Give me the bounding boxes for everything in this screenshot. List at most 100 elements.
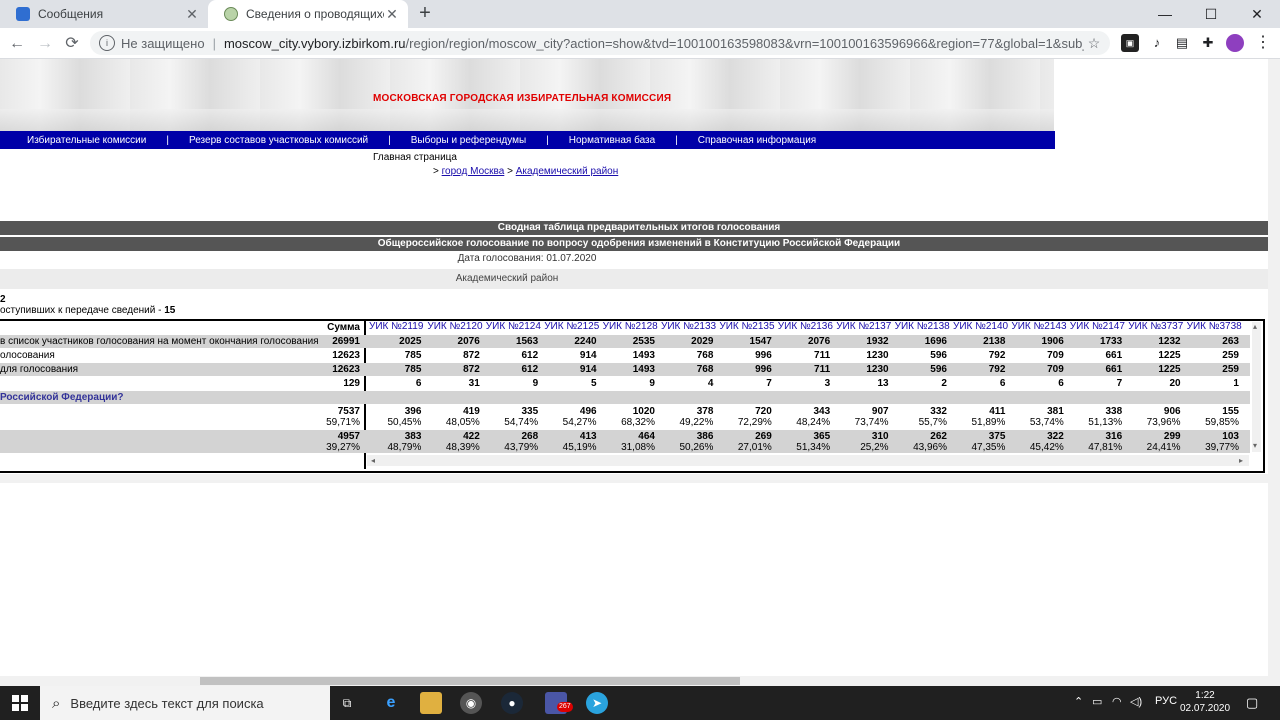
tab-elections-info[interactable]: Сведения о проводящихся выб ✕ [208, 0, 408, 28]
answer-cell: 269 [755, 431, 772, 442]
reload-button[interactable]: ⟳ [61, 33, 83, 55]
close-tab-icon[interactable]: ✕ [384, 6, 400, 23]
close-tab-icon[interactable]: ✕ [184, 6, 200, 23]
question-text: Российской Федерации? [0, 392, 124, 403]
language-indicator[interactable]: РУС [1155, 695, 1177, 707]
tab-messages[interactable]: Сообщения ✕ [0, 0, 208, 28]
wifi-icon[interactable]: ◠ [1112, 695, 1122, 708]
file-explorer-icon[interactable] [420, 692, 442, 714]
uik-header[interactable]: УИК №2133 [661, 321, 716, 332]
steam-icon[interactable]: ● [501, 692, 523, 714]
table-cell: 1932 [866, 336, 889, 347]
table-horizontal-scrollbar[interactable] [367, 455, 1249, 466]
answer-cell: 316 [1105, 431, 1123, 442]
minimize-button[interactable]: — [1142, 0, 1188, 28]
table-cell: 709 [1047, 350, 1064, 361]
windows-start-icon[interactable] [12, 695, 28, 711]
notifications-icon[interactable]: ▢ [1246, 695, 1258, 711]
answer-cell: 73,96% [1146, 417, 1181, 428]
frame-horizontal-scrollbar[interactable] [0, 474, 1268, 483]
table-cell: 792 [988, 364, 1006, 375]
uik-header[interactable]: УИК №2124 [486, 321, 541, 332]
table-cell: 6 [415, 378, 422, 389]
telegram-icon[interactable]: ➤ [586, 692, 608, 714]
table-vertical-scrollbar[interactable] [1252, 322, 1261, 452]
uik-header[interactable]: УИК №2143 [1011, 321, 1066, 332]
breadcrumb-district[interactable]: Академический район [516, 166, 619, 177]
answer-cell: 48,24% [796, 417, 831, 428]
table-cell: 914 [579, 364, 597, 375]
answer-cell: 59,85% [1205, 417, 1239, 428]
page-vertical-scrollbar[interactable] [1268, 59, 1280, 686]
info-icon[interactable]: i [99, 35, 115, 51]
extension-icon[interactable]: ▣ [1121, 34, 1139, 52]
answer-cell: 50,26% [679, 442, 714, 453]
scroll-down-arrow[interactable]: ▾ [1253, 441, 1257, 450]
bookmark-star-icon[interactable]: ☆ [1084, 35, 1104, 52]
nav-normative[interactable]: Нормативная база [569, 135, 655, 146]
breadcrumb-city[interactable]: город Москва [442, 166, 505, 177]
uik-header[interactable]: УИК №2147 [1070, 321, 1125, 332]
table-cell: 596 [930, 350, 947, 361]
answer-cell: 343 [813, 406, 831, 417]
clock[interactable]: 1:22 02.07.2020 [1180, 689, 1230, 715]
answer-cell: 53,74% [1029, 417, 1064, 428]
table-cell: 2535 [632, 336, 655, 347]
browser-toolbar: ← → ⟳ i Не защищено | moscow_city.vybory… [0, 28, 1280, 59]
page-horizontal-scroll-thumb[interactable] [200, 677, 740, 685]
nav-commissions[interactable]: Избирательные комиссии [27, 135, 146, 146]
answer-cell: 496 [579, 406, 597, 417]
battery-icon[interactable]: ▭ [1092, 695, 1102, 708]
forward-button[interactable]: → [34, 33, 56, 55]
taskbar-search[interactable]: ⌕ Введите здесь текст для поиска [40, 686, 330, 720]
reader-mode-icon[interactable]: ▤ [1173, 34, 1191, 52]
back-button[interactable]: ← [6, 33, 28, 55]
app-icon[interactable]: 267 [545, 692, 573, 714]
menu-kebab-icon[interactable]: ⋮ [1254, 34, 1272, 52]
answer-cell: 396 [404, 406, 422, 417]
answer-cell: 419 [463, 406, 480, 417]
table-cell: 709 [1047, 364, 1064, 375]
windows-taskbar: ⌕ Введите здесь текст для поиска ⧉ e ◉ ●… [0, 686, 1280, 720]
table-cell: 914 [579, 350, 597, 361]
answer-cell: 310 [871, 431, 889, 442]
scroll-right-arrow[interactable]: ▸ [1239, 456, 1243, 465]
mic-icon[interactable]: ♪ [1148, 34, 1166, 52]
maximize-button[interactable]: ☐ [1188, 0, 1234, 28]
nav-elections[interactable]: Выборы и референдумы [411, 135, 526, 146]
url-text[interactable]: moscow_city.vybory.izbirkom.ru/region/re… [224, 36, 1084, 51]
answer-cell: 47,81% [1088, 442, 1123, 453]
answer-cell: 386 [696, 431, 714, 442]
table-cell: 1493 [632, 350, 655, 361]
uik-header[interactable]: УИК №2135 [719, 321, 774, 332]
address-bar[interactable]: i Не защищено | moscow_city.vybory.izbir… [90, 31, 1110, 55]
volume-icon[interactable]: ◁) [1130, 695, 1142, 708]
row-sum: 12623 [332, 364, 360, 375]
task-view-icon[interactable]: ⧉ [336, 692, 358, 714]
nav-reference[interactable]: Справочная информация [698, 135, 816, 146]
chrome-icon[interactable]: ◉ [460, 692, 482, 714]
uik-header[interactable]: УИК №3738 [1187, 321, 1242, 332]
uik-header[interactable]: УИК №2137 [836, 321, 891, 332]
close-window-button[interactable]: ✕ [1234, 0, 1280, 28]
edge-icon[interactable]: e [380, 692, 402, 714]
uik-header[interactable]: УИК №2128 [603, 321, 658, 332]
uik-header[interactable]: УИК №2138 [895, 321, 950, 332]
home-link[interactable]: Главная страница [373, 152, 457, 163]
table-cell: 785 [404, 364, 422, 375]
uik-header[interactable]: УИК №2125 [544, 321, 599, 332]
uik-header[interactable]: УИК №2136 [778, 321, 833, 332]
answer-cell: 54,27% [562, 417, 597, 428]
uik-header[interactable]: УИК №2119 [369, 321, 423, 332]
uik-header[interactable]: УИК №3737 [1128, 321, 1183, 332]
profile-avatar[interactable] [1226, 34, 1244, 52]
nav-reserve[interactable]: Резерв составов участковых комиссий [189, 135, 368, 146]
tray-chevron-icon[interactable]: ⌃ [1074, 695, 1083, 708]
answer-cell: 27,01% [737, 442, 772, 453]
new-tab-button[interactable]: + [414, 2, 436, 24]
uik-header[interactable]: УИК №2120 [427, 321, 482, 332]
scroll-up-arrow[interactable]: ▴ [1253, 322, 1257, 331]
uik-header[interactable]: УИК №2140 [953, 321, 1008, 332]
scroll-left-arrow[interactable]: ◂ [371, 456, 375, 465]
extensions-puzzle-icon[interactable]: ✚ [1199, 34, 1217, 52]
